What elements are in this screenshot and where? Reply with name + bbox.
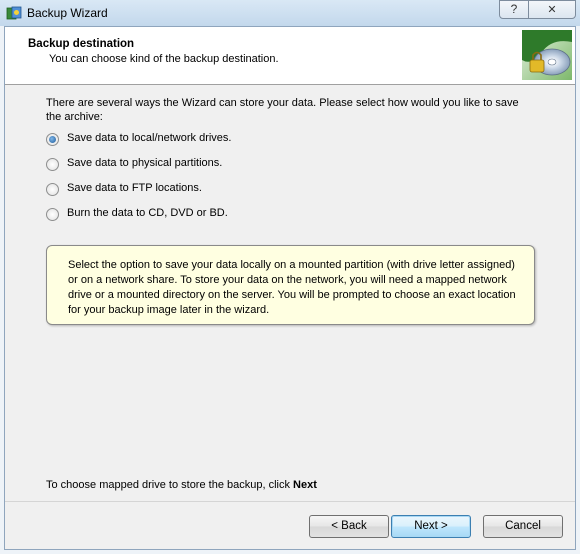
backup-wizard-app-icon <box>6 6 22 20</box>
info-box: Select the option to save your data loca… <box>46 245 535 325</box>
option-label[interactable]: Save data to physical partitions. <box>67 157 222 169</box>
divider <box>5 501 575 502</box>
intro-text: There are several ways the Wizard can st… <box>46 97 519 123</box>
back-button[interactable]: < Back <box>309 515 389 538</box>
page-subtitle: You can choose kind of the backup destin… <box>49 53 279 65</box>
wizard-header: Backup destination You can choose kind o… <box>5 27 575 85</box>
radio-button[interactable] <box>46 183 59 196</box>
radio-button[interactable] <box>46 158 59 171</box>
info-text: Select the option to save your data loca… <box>68 259 516 316</box>
page-title: Backup destination <box>28 38 135 50</box>
bottom-note: To choose mapped drive to store the back… <box>46 479 317 491</box>
next-button[interactable]: Next > <box>391 515 471 538</box>
close-button[interactable]: ✕ <box>528 0 576 19</box>
bottom-note-text: To choose mapped drive to store the back… <box>46 479 294 491</box>
option-label[interactable]: Burn the data to CD, DVD or BD. <box>67 207 228 219</box>
help-icon: ? <box>510 2 518 16</box>
radio-button[interactable] <box>46 208 59 221</box>
window-title: Backup Wizard <box>27 6 108 20</box>
bottom-note-next: Next <box>293 479 317 491</box>
option-label[interactable]: Save data to local/network drives. <box>67 132 231 144</box>
title-bar: Backup Wizard ? ✕ <box>0 0 580 26</box>
disc-backup-icon <box>522 30 572 80</box>
option-label[interactable]: Save data to FTP locations. <box>67 182 202 194</box>
help-button[interactable]: ? <box>499 0 529 19</box>
close-icon: ✕ <box>547 3 557 16</box>
radio-button[interactable] <box>46 133 59 146</box>
cancel-button[interactable]: Cancel <box>483 515 563 538</box>
